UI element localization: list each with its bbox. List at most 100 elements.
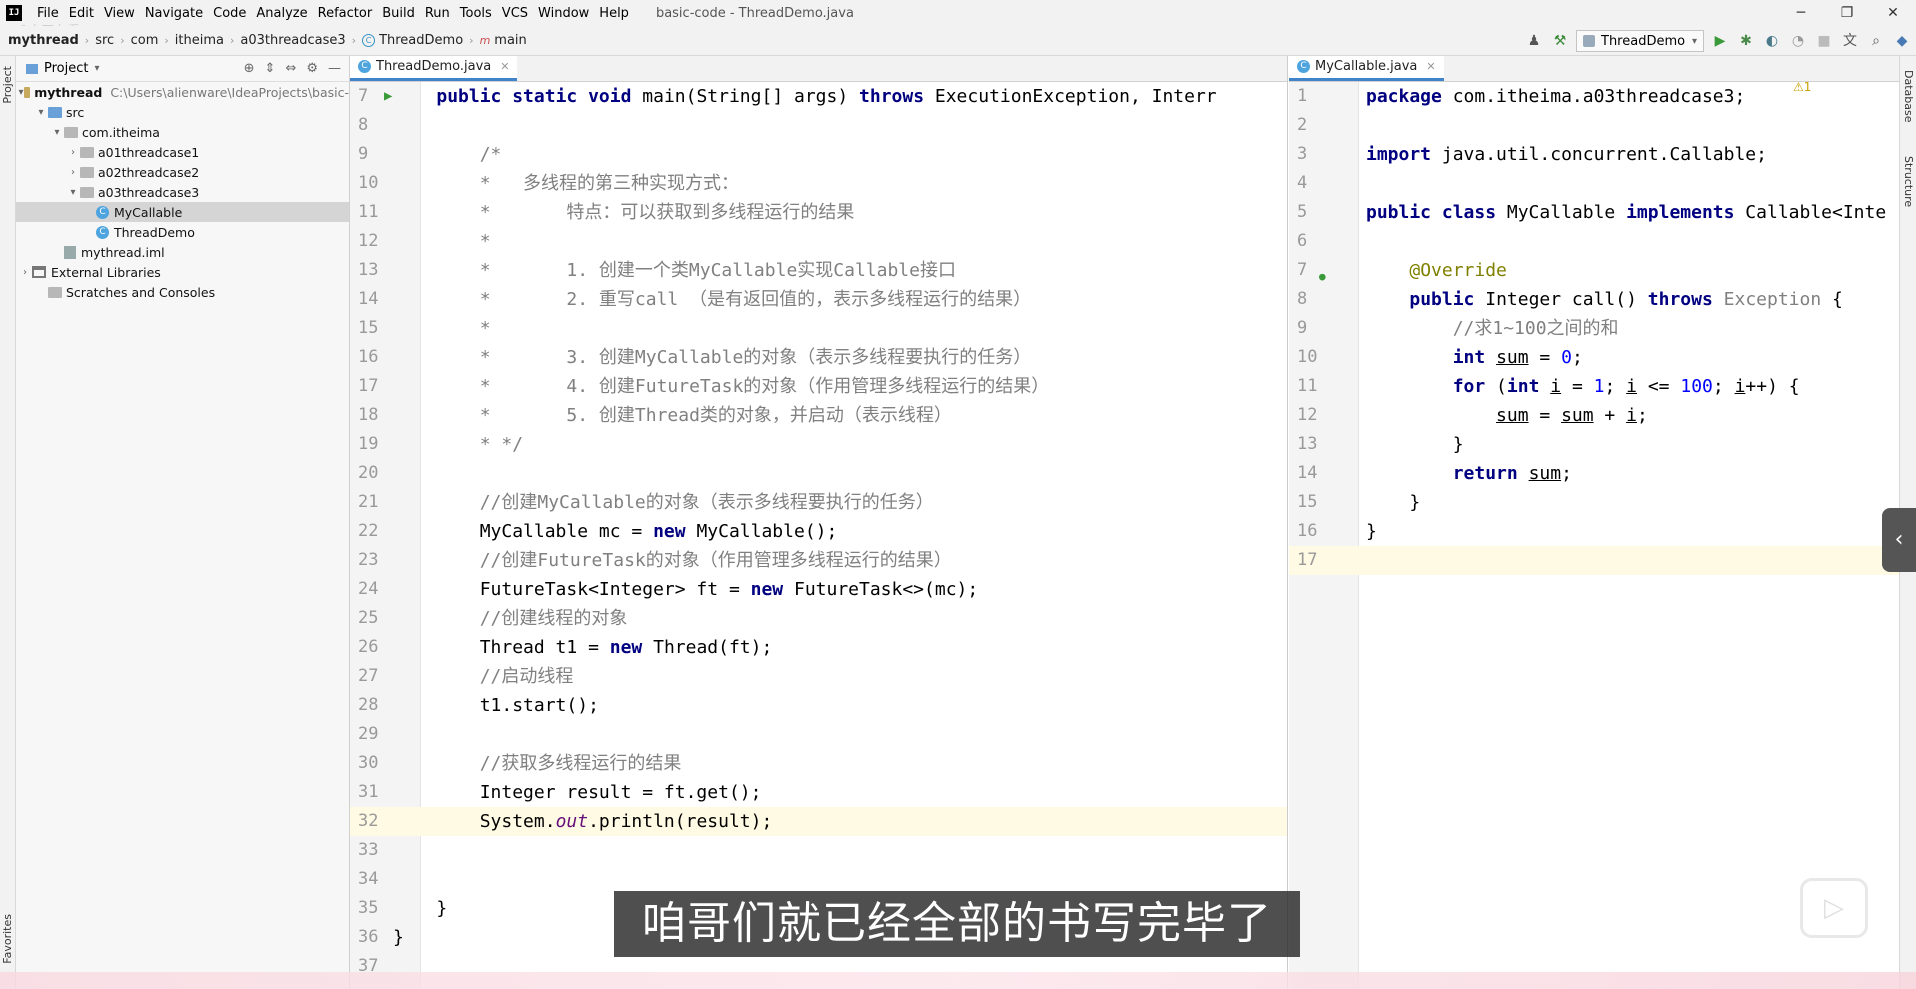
project-tool-button[interactable]: Project: [1, 66, 14, 104]
code-line[interactable]: 15 }: [1289, 488, 1899, 517]
tree-item[interactable]: ▾ mythread C:\Users\alienware\IdeaProjects…: [16, 82, 349, 102]
code-line[interactable]: 13 * 1. 创建一个类MyCallable实现Callable接口: [350, 256, 1287, 285]
tree-item[interactable]: › a02threadcase2: [16, 162, 349, 182]
code-line[interactable]: 16 * 3. 创建MyCallable的对象（表示多线程要执行的任务）: [350, 343, 1287, 372]
ide-logo-icon[interactable]: ◆: [1892, 31, 1912, 51]
chevron-left-icon[interactable]: ‹: [1882, 508, 1916, 572]
code-line[interactable]: 9 /*: [350, 140, 1287, 169]
tree-item[interactable]: C ThreadDemo: [16, 222, 349, 242]
code-line[interactable]: 17 * 4. 创建FutureTask的对象（作用管理多线程运行的结果）: [350, 372, 1287, 401]
expand-arrow-icon[interactable]: ›: [18, 267, 32, 278]
favorites-tool-button[interactable]: Favorites: [1, 914, 14, 964]
code-line[interactable]: 7 public static void main(String[] args)…: [350, 82, 1287, 111]
code-area[interactable]: 7 public static void main(String[] args)…: [350, 82, 1287, 989]
code-line[interactable]: 20: [350, 459, 1287, 488]
tab-threaddemo[interactable]: C ThreadDemo.java ✕: [350, 56, 518, 81]
code-line[interactable]: 15 *: [350, 314, 1287, 343]
menu-run[interactable]: Run: [420, 6, 455, 21]
code-line[interactable]: 23 //创建FutureTask的对象（作用管理多线程运行的结果）: [350, 546, 1287, 575]
structure-tool-button[interactable]: Structure: [1902, 156, 1915, 207]
menu-help[interactable]: Help: [594, 6, 634, 21]
close-icon[interactable]: ✕: [500, 60, 509, 73]
code-line[interactable]: 34: [350, 865, 1287, 894]
profile-icon[interactable]: ◔: [1788, 31, 1808, 51]
code-line[interactable]: 25 //创建线程的对象: [350, 604, 1287, 633]
code-line[interactable]: 22 MyCallable mc = new MyCallable();: [350, 517, 1287, 546]
code-line[interactable]: 17: [1289, 546, 1899, 575]
breadcrumb-com[interactable]: com: [131, 33, 159, 48]
tree-item[interactable]: ▾ com.itheima: [16, 122, 349, 142]
code-line[interactable]: 11 * 特点：可以获取到多线程运行的结果: [350, 198, 1287, 227]
code-line[interactable]: 4: [1289, 169, 1899, 198]
menu-vcs[interactable]: VCS: [497, 6, 533, 21]
close-icon[interactable]: ✕: [1426, 60, 1435, 73]
expand-arrow-icon[interactable]: ▾: [66, 187, 80, 198]
code-line[interactable]: 28 t1.start();: [350, 691, 1287, 720]
play-icon[interactable]: ▷: [1800, 878, 1868, 938]
code-line[interactable]: 9 //求1~100之间的和: [1289, 314, 1899, 343]
warning-badge[interactable]: ⚠1: [1793, 80, 1811, 94]
code-line[interactable]: 13 }: [1289, 430, 1899, 459]
menu-view[interactable]: View: [99, 6, 140, 21]
code-line[interactable]: 27 //启动线程: [350, 662, 1287, 691]
code-line[interactable]: 32 System.out.println(result);: [350, 807, 1287, 836]
menu-build[interactable]: Build: [377, 6, 420, 21]
project-panel-title[interactable]: Project: [44, 61, 88, 76]
collapse-all-icon[interactable]: ⇔: [285, 61, 296, 76]
breadcrumb-method[interactable]: main: [494, 33, 526, 48]
code-line[interactable]: 7 @Override: [1289, 256, 1899, 285]
menu-navigate[interactable]: Navigate: [140, 6, 208, 21]
translate-icon[interactable]: 文: [1840, 31, 1860, 51]
menu-tools[interactable]: Tools: [455, 6, 497, 21]
code-area[interactable]: 1 package com.itheima.a03threadcase3; 2 3 im…: [1289, 80, 1899, 989]
code-line[interactable]: 6: [1289, 227, 1899, 256]
code-line[interactable]: 14 return sum;: [1289, 459, 1899, 488]
code-line[interactable]: 10 * 多线程的第三种实现方式：: [350, 169, 1287, 198]
close-button[interactable]: ✕: [1870, 0, 1916, 26]
code-line[interactable]: 8: [350, 111, 1287, 140]
search-icon[interactable]: ⌕: [1866, 31, 1886, 51]
menu-window[interactable]: Window: [533, 6, 594, 21]
build-hammer-icon[interactable]: ⚒: [1550, 31, 1570, 51]
code-line[interactable]: 5 public class MyCallable implements Call…: [1289, 198, 1899, 227]
coverage-icon[interactable]: ◐: [1762, 31, 1782, 51]
tree-item[interactable]: mythread.iml: [16, 242, 349, 262]
breadcrumb-src[interactable]: src: [95, 33, 114, 48]
code-line[interactable]: 29: [350, 720, 1287, 749]
chevron-down-icon[interactable]: ▾: [94, 63, 99, 74]
code-line[interactable]: 24 FutureTask<Integer> ft = new FutureTa…: [350, 575, 1287, 604]
tab-mycallable[interactable]: C MyCallable.java ✕: [1289, 56, 1444, 81]
code-line[interactable]: 14 * 2. 重写call （是有返回值的，表示多线程运行的结果）: [350, 285, 1287, 314]
code-line[interactable]: 31 Integer result = ft.get();: [350, 778, 1287, 807]
hide-icon[interactable]: —: [328, 61, 341, 76]
menu-file[interactable]: File: [32, 6, 64, 21]
code-line[interactable]: 12 *: [350, 227, 1287, 256]
code-line[interactable]: 3 import java.util.concurrent.Callable;: [1289, 140, 1899, 169]
menu-refactor[interactable]: Refactor: [313, 6, 378, 21]
code-line[interactable]: 8 public Integer call() throws Exception…: [1289, 285, 1899, 314]
menu-analyze[interactable]: Analyze: [251, 6, 312, 21]
tree-item[interactable]: › a01threadcase1: [16, 142, 349, 162]
database-tool-button[interactable]: Database: [1902, 70, 1915, 123]
code-line[interactable]: 12 sum = sum + i;: [1289, 401, 1899, 430]
menu-edit[interactable]: Edit: [64, 6, 99, 21]
expand-arrow-icon[interactable]: ▾: [50, 127, 64, 138]
code-line[interactable]: 10 int sum = 0;: [1289, 343, 1899, 372]
code-line[interactable]: 21 //创建MyCallable的对象（表示多线程要执行的任务）: [350, 488, 1287, 517]
tree-item[interactable]: Scratches and Consoles: [16, 282, 349, 302]
breadcrumb-package[interactable]: a03threadcase3: [240, 33, 345, 48]
code-line[interactable]: 2: [1289, 111, 1899, 140]
stop-icon[interactable]: ■: [1814, 31, 1834, 51]
code-line[interactable]: 16}: [1289, 517, 1899, 546]
code-line[interactable]: 19 * */: [350, 430, 1287, 459]
code-line[interactable]: 18 * 5. 创建Thread类的对象，并启动（表示线程）: [350, 401, 1287, 430]
run-gutter-icon[interactable]: ▶: [384, 88, 392, 104]
run-configuration-select[interactable]: ThreadDemo ▾: [1576, 30, 1704, 52]
breadcrumb-module[interactable]: mythread: [8, 33, 79, 48]
expand-arrow-icon[interactable]: ▾: [34, 107, 48, 118]
debug-icon[interactable]: ✱: [1736, 31, 1756, 51]
breadcrumb-class[interactable]: ThreadDemo: [379, 33, 463, 48]
user-icon[interactable]: ♟: [1524, 31, 1544, 51]
run-icon[interactable]: ▶: [1710, 31, 1730, 51]
code-line[interactable]: 11 for (int i = 1; i <= 100; i++) {: [1289, 372, 1899, 401]
